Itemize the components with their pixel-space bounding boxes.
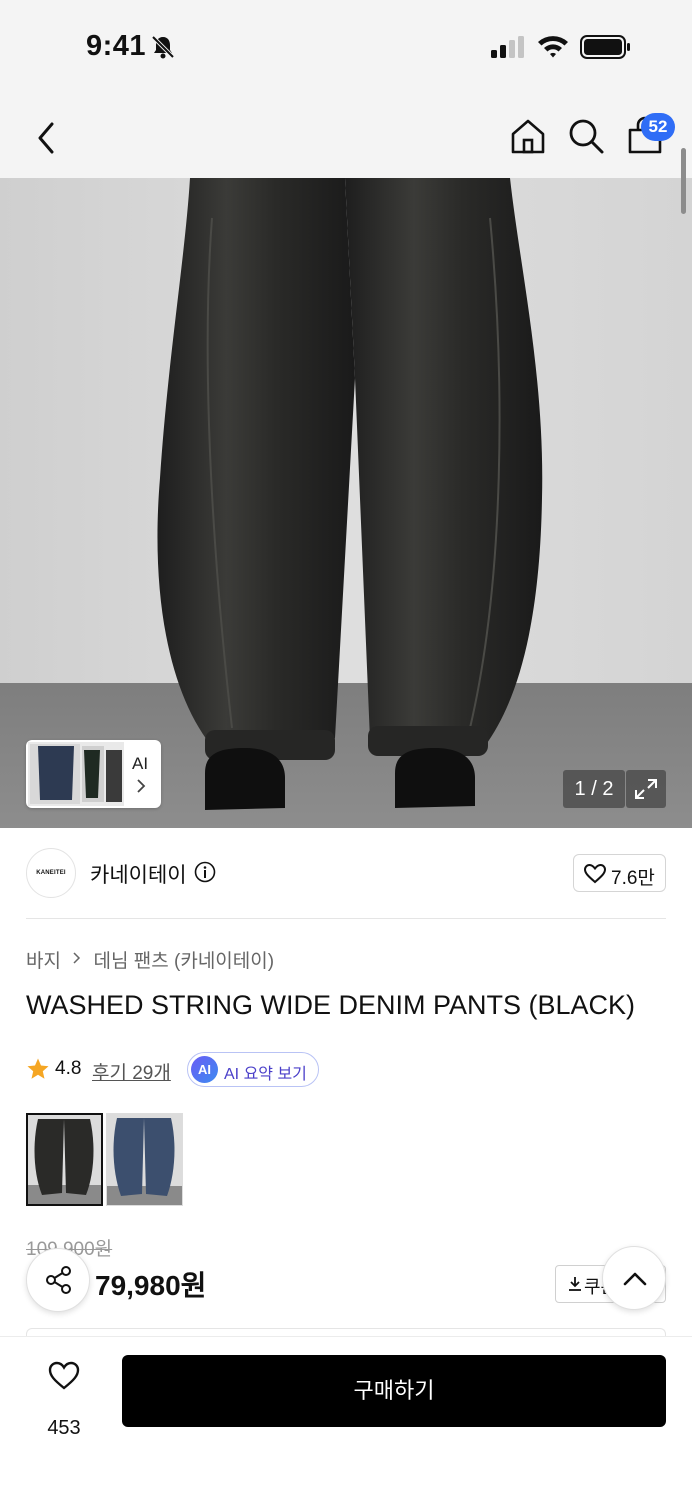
status-bar: 9:41 [0, 0, 692, 96]
home-icon[interactable] [508, 116, 548, 156]
heart-icon [48, 1361, 80, 1390]
download-icon [569, 1277, 581, 1291]
divider [26, 918, 666, 919]
battery-icon [580, 35, 630, 59]
buy-button[interactable]: 구매하기 [122, 1355, 666, 1427]
info-icon[interactable] [194, 861, 216, 883]
top-navigation [0, 96, 692, 178]
wifi-icon [538, 36, 568, 58]
bottom-action-bar: 453 구매하기 [0, 1336, 692, 1500]
breadcrumb-item-pants[interactable]: 바지 [26, 946, 61, 973]
expand-icon [635, 779, 657, 799]
star-icon [27, 1058, 49, 1079]
brand-logo[interactable]: KANEITEI [26, 848, 76, 898]
chevron-right-icon [137, 779, 146, 793]
product-title: WASHED STRING WIDE DENIM PANTS (BLACK) [26, 990, 636, 1020]
product-main-image[interactable] [0, 178, 692, 828]
scrollbar[interactable] [681, 148, 686, 214]
back-arrow-icon[interactable] [30, 118, 64, 158]
review-count-link[interactable]: 후기 29개 [92, 1058, 171, 1085]
cart-count-badge: 52 [641, 113, 675, 141]
brand-like-count: 7.6만 [611, 868, 655, 889]
wishlist-count: 453 [47, 1417, 81, 1439]
brand-name[interactable]: 카네이테이 [90, 859, 187, 889]
status-time: 9:41 [86, 30, 147, 62]
denim-pants-photo [0, 178, 692, 828]
brand-row: KANEITEI 카네이테이 7.6만 [26, 846, 666, 900]
swatch-blue-image [107, 1114, 182, 1205]
breadcrumb-item-denim[interactable]: 데님 팬츠 (카네이테이) [94, 946, 275, 973]
ai-summary-label: AI 요약 보기 [224, 1066, 307, 1083]
swatch-black-image [28, 1115, 101, 1204]
chevron-right-icon [73, 951, 81, 964]
color-swatch-blue[interactable] [106, 1113, 183, 1206]
rating-value: 4.8 [55, 1058, 82, 1079]
ai-summary-button[interactable]: AI AI 요약 보기 [187, 1052, 319, 1087]
expand-image-button[interactable] [626, 770, 666, 808]
bell-off-icon [151, 35, 175, 59]
heart-icon [584, 864, 606, 884]
wishlist-button[interactable]: 453 [28, 1357, 100, 1439]
cellular-signal-icon [491, 36, 524, 58]
image-page-indicator: 1 / 2 [563, 770, 625, 808]
ai-recommend-thumbnail[interactable]: AI [26, 740, 161, 808]
share-icon [46, 1266, 71, 1294]
ai-thumbnail-image [28, 742, 124, 806]
search-icon[interactable] [566, 116, 606, 156]
breadcrumb: 바지 데님 팬츠 (카네이테이) [26, 946, 274, 974]
scroll-to-top-button[interactable] [602, 1246, 666, 1310]
color-swatch-black[interactable] [26, 1113, 103, 1206]
chevron-up-icon [623, 1272, 647, 1286]
ai-badge-icon: AI [191, 1056, 218, 1083]
ai-thumbnail-label: AI [132, 754, 149, 773]
brand-like-button[interactable]: 7.6만 [573, 854, 666, 892]
sale-price: 79,980원 [95, 1270, 207, 1301]
rating-row: 4.8 후기 29개 AI AI 요약 보기 [26, 1052, 666, 1088]
share-button[interactable] [26, 1248, 90, 1312]
